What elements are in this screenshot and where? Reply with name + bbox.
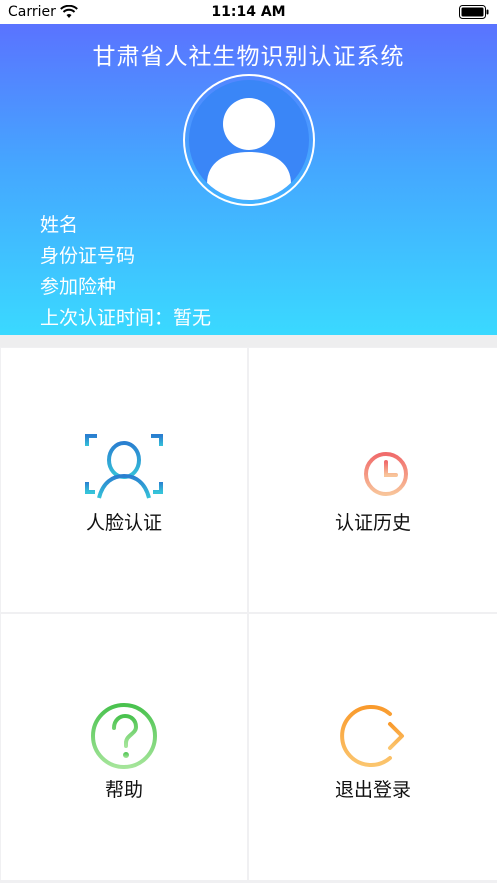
auth-history-tile[interactable]: 认证历史 [249,348,497,612]
profile-header: 甘肃省人社生物识别认证系统 姓名 身份证号码 参加险种 上次认证时间：暂无 [0,24,497,335]
question-circle-icon [91,703,157,769]
last-auth-time: 上次认证时间：暂无 [40,307,212,329]
name-field: 姓名 [40,214,79,236]
avatar-image [189,80,309,200]
face-auth-tile[interactable]: 人脸认证 [1,348,247,612]
app-title: 甘肃省人社生物识别认证系统 [92,44,405,70]
auth-history-label: 认证历史 [334,512,411,534]
avatar[interactable] [183,74,315,206]
insurance-type-field: 参加险种 [40,276,117,298]
help-label: 帮助 [104,779,143,801]
face-scan-icon [85,434,163,499]
section-divider [0,335,497,347]
logout-label: 退出登录 [334,779,411,801]
battery-icon [459,5,489,19]
status-bar: Carrier 11:14 AM [0,0,497,24]
face-auth-label: 人脸认证 [85,512,162,534]
logout-arrow-icon [340,705,404,767]
clock-time: 11:14 AM [211,4,286,20]
logout-tile[interactable]: 退出登录 [249,614,497,880]
help-tile[interactable]: 帮助 [1,614,247,880]
history-clock-icon [336,436,408,496]
user-silhouette-icon [207,98,291,200]
id-number-field: 身份证号码 [40,245,136,267]
